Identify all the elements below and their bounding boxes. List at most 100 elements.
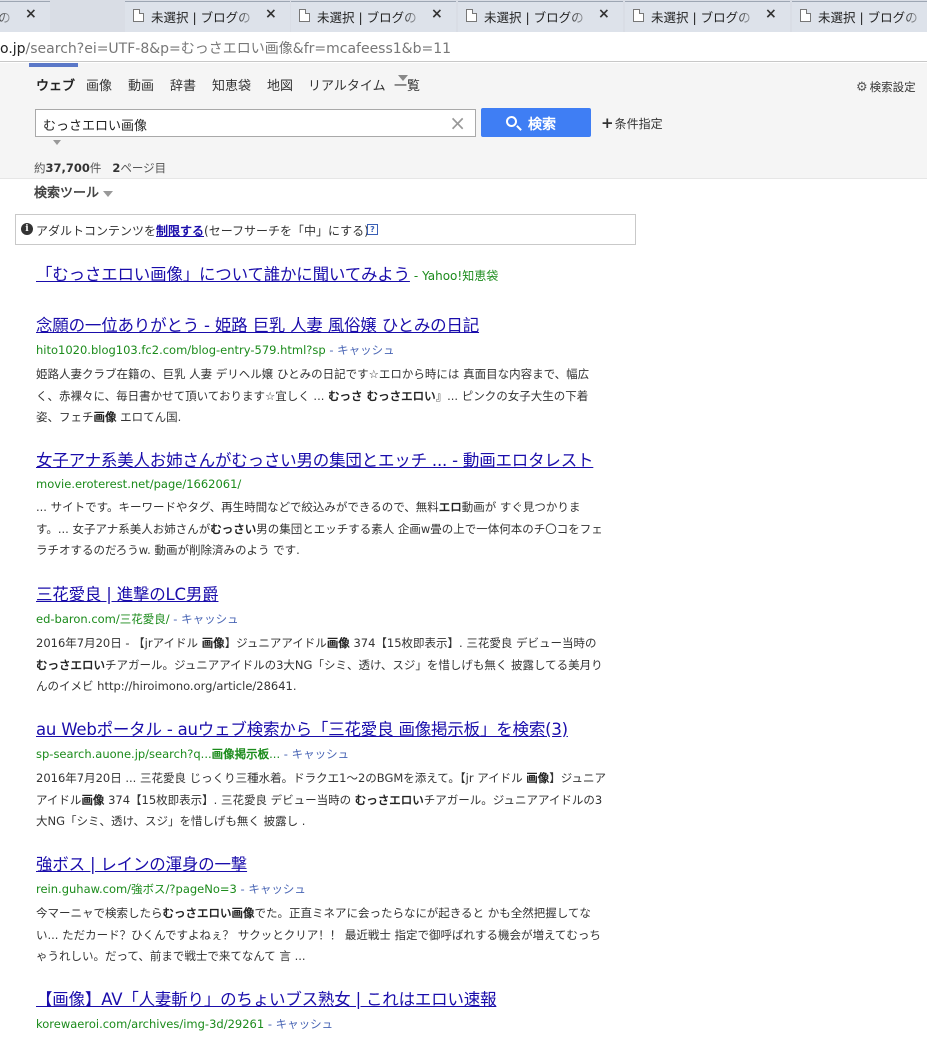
- chiebukuro-source: - Yahoo!知恵袋: [413, 269, 499, 283]
- search-icon: [506, 116, 517, 127]
- browser-tab-strip: 未選択 | ブログの × 未選択 | ブログの × 未選択 | ブログの × 未…: [0, 0, 927, 32]
- result-snippet: ... サイトです。キーワードやタグ、再生時間などで絞込みができるので、無料エロ…: [36, 500, 603, 557]
- notice-post: (セーフサーチを「中」にする): [204, 224, 369, 238]
- result-title-link[interactable]: 念願の一位ありがとう - 姫路 巨乳 人妻 風俗嬢 ひとみの日記: [36, 312, 606, 336]
- close-icon[interactable]: ×: [25, 6, 37, 22]
- search-button-label: 検索: [528, 117, 556, 133]
- result-title-link[interactable]: 三花愛良 | 進撃のLC男爵: [36, 581, 606, 605]
- result-count-unit: 件: [89, 161, 102, 175]
- tab-title: 未選択 | ブログの: [317, 7, 425, 26]
- safesearch-text: アダルトコンテンツを制限する(セーフサーチを「中」にする): [36, 222, 369, 239]
- result-snippet: 2016年7月20日 - 【jrアイドル 画像】ジュニアアイドル画像 374【1…: [36, 636, 603, 693]
- result-snippet: 2016年7月20日 ... 三花愛良 じっくり三種水着。ドラクエ1～2のBGM…: [36, 771, 606, 828]
- tab-title: 未選択 | ブログの: [0, 7, 19, 26]
- result-url: korewaeroi.com/archives/img-3d/29261: [36, 1017, 265, 1031]
- search-result: 三花愛良 | 進撃のLC男爵 ed-baron.com/三花愛良/ - キャッシ…: [36, 581, 606, 698]
- plus-icon: +: [601, 114, 614, 132]
- search-settings-label: 検索設定: [869, 80, 916, 94]
- nav-images[interactable]: 画像: [86, 75, 112, 94]
- result-url: rein.guhaw.com/強ボス/?pageNo=3: [36, 882, 237, 896]
- url-path: /search?ei=UTF-8&p=むっさエロい画像&fr=mcafeess1…: [25, 41, 452, 57]
- nav-dictionary[interactable]: 辞書: [170, 75, 196, 94]
- address-bar[interactable]: o.jp/search?ei=UTF-8&p=むっさエロい画像&fr=mcafe…: [0, 32, 927, 62]
- page-icon: [466, 9, 477, 22]
- chiebukuro-link[interactable]: 「むっさエロい画像」について誰かに聞いてみよう: [36, 265, 410, 284]
- browser-tab[interactable]: 未選択 | ブログの ×: [450, 1, 631, 32]
- browser-tab[interactable]: 未選択 | ブログの ×: [617, 1, 798, 32]
- result-url: movie.eroterest.net/page/1662061/: [36, 477, 242, 491]
- url-host: o.jp: [0, 41, 26, 57]
- browser-tab[interactable]: 未選択 | ブログの ×: [0, 1, 58, 32]
- result-url: sp-search.auone.jp/search?q...: [36, 747, 212, 761]
- close-icon[interactable]: ×: [265, 6, 277, 22]
- cache-link[interactable]: - キャッシュ: [264, 1017, 333, 1031]
- result-url-bold: 画像掲示板: [211, 747, 270, 761]
- notice-pre: アダルトコンテンツを: [36, 224, 157, 238]
- nav-chiebukuro[interactable]: 知恵袋: [212, 75, 251, 94]
- advanced-search-link[interactable]: +条件指定: [601, 114, 663, 132]
- nav-realtime[interactable]: リアルタイム: [308, 75, 386, 94]
- url-text[interactable]: o.jp/search?ei=UTF-8&p=むっさエロい画像&fr=mcafe…: [0, 38, 451, 58]
- search-result: 【画像】AV「人妻斬り」のちょいブス熟女 | これはエロい速報 korewaer…: [36, 986, 606, 1032]
- nav-map[interactable]: 地図: [267, 75, 293, 94]
- result-url: ed-baron.com/三花愛良/: [36, 612, 170, 626]
- cache-link[interactable]: - キャッシュ: [237, 882, 306, 896]
- search-assist-chevron-icon[interactable]: [53, 140, 61, 145]
- help-icon[interactable]: ?: [367, 224, 378, 235]
- result-title-link[interactable]: 強ボス | レインの渾身の一撃: [36, 851, 606, 875]
- tab-title: 未選択 | ブログの: [484, 7, 592, 26]
- chiebukuro-suggestion: 「むっさエロい画像」について誰かに聞いてみよう - Yahoo!知恵袋: [36, 261, 606, 285]
- nav-active-indicator: [29, 63, 78, 67]
- page-icon: [633, 9, 644, 22]
- page-icon: [299, 9, 310, 22]
- gear-icon: ⚙: [856, 80, 868, 95]
- close-icon[interactable]: ×: [598, 6, 610, 22]
- search-result: 強ボス | レインの渾身の一撃 rein.guhaw.com/強ボス/?page…: [36, 851, 606, 968]
- tab-title: 未選択 | ブログの: [151, 7, 259, 26]
- search-result: au Webポータル - auウェブ検索から「三花愛良 画像掲示板」を検索(3)…: [36, 716, 606, 833]
- search-result: 念願の一位ありがとう - 姫路 巨乳 人妻 風俗嬢 ひとみの日記 hito102…: [36, 312, 606, 429]
- browser-tab[interactable]: 未選択 | ブログの ×: [784, 1, 927, 32]
- result-count-number: 37,700: [45, 161, 90, 175]
- info-icon: i: [21, 223, 33, 235]
- result-url-tail: ...: [269, 747, 281, 761]
- tab-title: 未選択 | ブログの: [651, 7, 759, 26]
- page-icon: [133, 9, 144, 22]
- search-query-text: むっさエロい画像: [43, 119, 148, 134]
- cache-link[interactable]: - キャッシュ: [170, 612, 238, 626]
- browser-tab[interactable]: 未選択 | ブログの ×: [117, 1, 298, 32]
- result-count: 約37,700件 2ページ目: [34, 160, 166, 176]
- result-meta: sp-search.auone.jp/search?q...画像掲示板... -…: [36, 746, 606, 762]
- clear-icon[interactable]: ×: [449, 111, 466, 135]
- result-url: hito1020.blog103.fc2.com/blog-entry-579.…: [36, 343, 326, 357]
- result-title-link[interactable]: 【画像】AV「人妻斬り」のちょいブス熟女 | これはエロい速報: [36, 986, 606, 1010]
- close-icon[interactable]: ×: [765, 6, 777, 22]
- result-snippet: 今マーニャで検索したらむっさエロい画像でた。正直ミネアに会ったらなにが起きると …: [36, 906, 601, 963]
- nav-video[interactable]: 動画: [128, 75, 154, 94]
- close-icon[interactable]: ×: [431, 6, 443, 22]
- chevron-down-icon: [398, 75, 408, 81]
- result-title-link[interactable]: 女子アナ系美人お姉さんがむっさい男の集団とエッチ ... - 動画エロタレスト: [36, 447, 606, 471]
- result-meta: movie.eroterest.net/page/1662061/: [36, 477, 606, 491]
- search-header: ウェブ 画像 動画 辞書 知恵袋 地図 リアルタイム 一覧 ⚙ 検索設定 むっさエ…: [0, 63, 927, 179]
- search-input[interactable]: むっさエロい画像 ×: [35, 109, 476, 137]
- page-icon: [800, 9, 811, 22]
- cache-link[interactable]: - キャッシュ: [326, 343, 394, 357]
- search-settings-link[interactable]: ⚙ 検索設定: [856, 79, 916, 95]
- restrict-link[interactable]: 制限する: [156, 224, 204, 238]
- result-count-prefix: 約: [34, 161, 46, 175]
- tab-title: 未選択 | ブログの: [818, 7, 926, 26]
- browser-tab[interactable]: 未選択 | ブログの ×: [283, 1, 464, 32]
- nav-web[interactable]: ウェブ: [36, 75, 75, 94]
- advanced-search-label: 条件指定: [614, 117, 663, 131]
- search-button[interactable]: 検索: [481, 108, 591, 137]
- safesearch-notice: i アダルトコンテンツを制限する(セーフサーチを「中」にする) ?: [15, 214, 636, 245]
- search-tools-toggle[interactable]: 検索ツール: [34, 182, 114, 201]
- search-result: 女子アナ系美人お姉さんがむっさい男の集団とエッチ ... - 動画エロタレスト …: [36, 447, 606, 562]
- result-meta: rein.guhaw.com/強ボス/?pageNo=3 - キャッシュ: [36, 881, 606, 897]
- result-meta: hito1020.blog103.fc2.com/blog-entry-579.…: [36, 342, 606, 358]
- result-meta: ed-baron.com/三花愛良/ - キャッシュ: [36, 611, 606, 627]
- result-meta: korewaeroi.com/archives/img-3d/29261 - キ…: [36, 1016, 606, 1032]
- cache-link[interactable]: - キャッシュ: [280, 747, 349, 761]
- result-title-link[interactable]: au Webポータル - auウェブ検索から「三花愛良 画像掲示板」を検索(3): [36, 716, 606, 740]
